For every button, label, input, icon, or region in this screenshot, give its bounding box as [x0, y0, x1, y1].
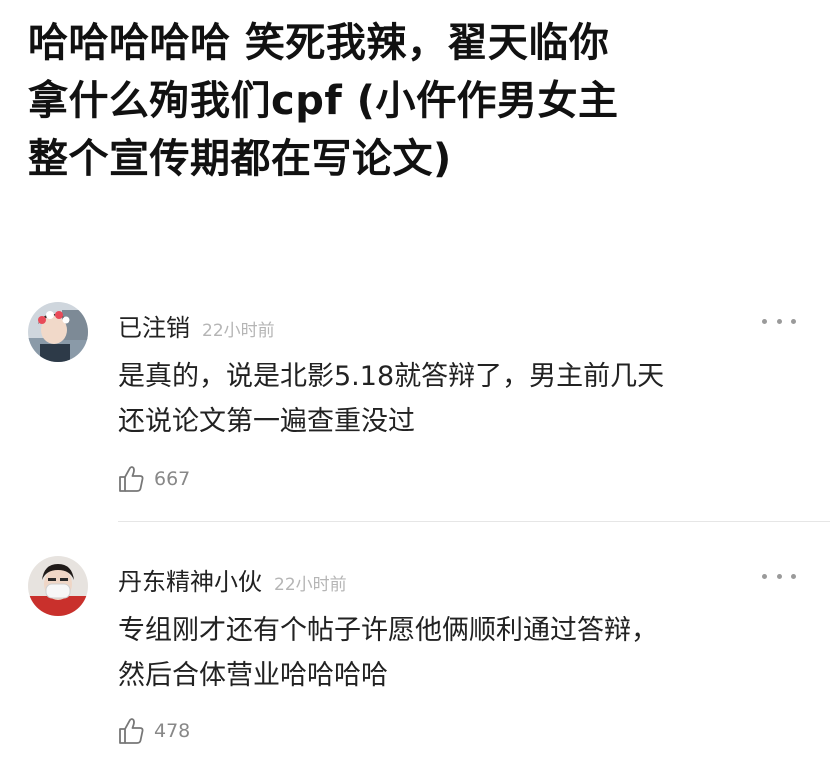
post-title-line: 哈哈哈哈哈 笑死我辣，翟天临你	[28, 20, 610, 66]
comment-time: 22小时前	[202, 321, 275, 341]
post-title-line: 拿什么殉我们cpf (小仵作男女主	[28, 78, 619, 124]
comment-text-line: 还说论文第一遍查重没过	[118, 406, 415, 437]
more-dots-icon[interactable]	[762, 571, 796, 581]
comment-text: 专组刚才还有个帖子许愿他俩顺利通过答辩， 然后合体营业哈哈哈哈	[118, 608, 808, 698]
comment-time: 22小时前	[274, 575, 347, 595]
like-button[interactable]: 478	[116, 716, 190, 746]
like-count: 667	[154, 468, 191, 490]
avatar[interactable]	[28, 556, 88, 616]
user-avatar-photo-icon	[28, 556, 88, 616]
username[interactable]: 已注销	[118, 308, 190, 343]
username[interactable]: 丹东精神小伙	[118, 562, 262, 597]
comment-text-line: 是真的，说是北影5.18就答辩了，男主前几天	[118, 361, 665, 392]
comment-header: 已注销 22小时前	[118, 308, 275, 343]
thumbs-up-icon	[119, 718, 144, 744]
user-avatar-photo-icon	[28, 302, 88, 362]
comment-text: 是真的，说是北影5.18就答辩了，男主前几天 还说论文第一遍查重没过	[118, 354, 808, 444]
avatar[interactable]	[28, 302, 88, 362]
more-dots-icon[interactable]	[762, 316, 796, 326]
post-title-line: 整个宣传期都在写论文)	[28, 136, 452, 182]
comment-header: 丹东精神小伙 22小时前	[118, 562, 347, 597]
post-title: 哈哈哈哈哈 笑死我辣，翟天临你 拿什么殉我们cpf (小仵作男女主 整个宣传期都…	[28, 14, 818, 188]
like-count: 478	[154, 720, 191, 742]
like-button[interactable]: 667	[116, 464, 190, 494]
comment-text-line: 然后合体营业哈哈哈哈	[118, 660, 388, 691]
thumbs-up-icon	[119, 466, 144, 492]
comment-divider	[118, 521, 830, 522]
comment-text-line: 专组刚才还有个帖子许愿他俩顺利通过答辩，	[118, 615, 658, 646]
